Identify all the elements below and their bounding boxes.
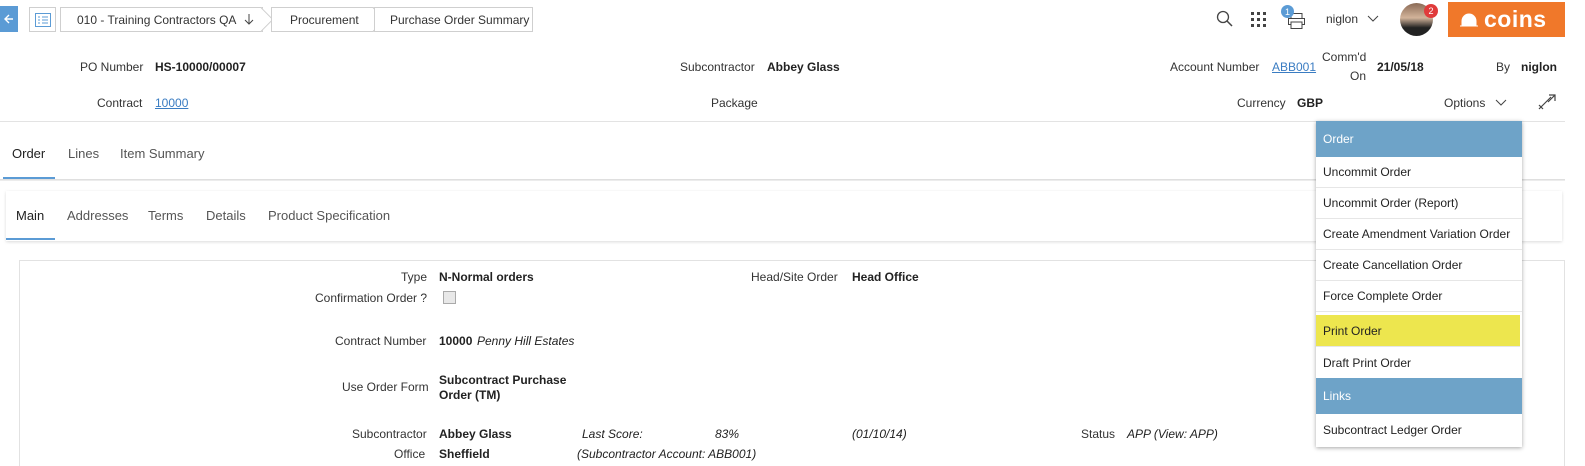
avatar[interactable]: 2 [1400, 3, 1438, 36]
print-queue-button[interactable]: 1 [1281, 5, 1307, 30]
hardhat-icon [1460, 13, 1478, 27]
confirmation-label: Confirmation Order ? [315, 291, 428, 305]
menu-item-subcontract-ledger-order[interactable]: Subcontract Ledger Order [1316, 414, 1522, 445]
list-icon [34, 12, 51, 27]
dropdown-order-header: Order [1316, 121, 1522, 157]
by-value: niglon [1521, 60, 1557, 74]
user-menu[interactable]: niglon [1326, 12, 1379, 26]
subcontractor-value: Abbey Glass [767, 60, 840, 74]
chevron-down-icon [1367, 15, 1379, 22]
search-button[interactable] [1216, 10, 1234, 31]
office-label: Office [394, 447, 426, 461]
menu-item-create-cancellation-order[interactable]: Create Cancellation Order [1316, 250, 1522, 281]
type-label: Type [401, 270, 428, 284]
coins-logo: coins [1448, 2, 1565, 37]
status-label: Status [1081, 427, 1116, 441]
form-subcontractor-label: Subcontractor [352, 427, 427, 441]
tab-main-underline [6, 238, 55, 240]
office-value: Sheffield [439, 447, 490, 461]
notification-badge: 1 [1281, 5, 1294, 18]
form-subcontractor-value: Abbey Glass [439, 427, 512, 441]
tab-order[interactable]: Order [12, 146, 45, 161]
currency-label: Currency [1237, 96, 1286, 110]
type-value: N-Normal orders [439, 270, 534, 284]
po-number-label: PO Number [80, 60, 144, 74]
breadcrumb-purchase-order-summary[interactable]: Purchase Order Summary [374, 7, 533, 32]
last-score-label: Last Score: [582, 427, 643, 441]
arrow-down-icon [245, 13, 254, 25]
breadcrumb-procurement-label: Procurement [290, 12, 359, 27]
breadcrumb-pos-label: Purchase Order Summary [390, 12, 530, 27]
subcontractor-account-note: (Subcontractor Account: ABB001) [577, 447, 757, 461]
tab-item-summary[interactable]: Item Summary [120, 146, 205, 161]
chevron-down-icon [1496, 99, 1507, 106]
use-order-form-label: Use Order Form [342, 380, 429, 394]
menu-item-print-order[interactable]: Print Order [1316, 315, 1520, 347]
last-score-value: 83% [715, 427, 740, 441]
subcontractor-label: Subcontractor [680, 60, 755, 74]
search-icon [1216, 10, 1233, 27]
tab-terms[interactable]: Terms [148, 208, 183, 223]
breadcrumb-company-label: 010 - Training Contractors QA [77, 12, 237, 27]
options-label: Options [1444, 96, 1486, 110]
options-dropdown: Order Uncommit Order Uncommit Order (Rep… [1316, 121, 1522, 447]
username: niglon [1326, 12, 1359, 26]
contract-number-value: 10000 [439, 334, 473, 348]
avatar-badge: 2 [1424, 4, 1438, 18]
use-order-form-value-2: Order (TM) [439, 388, 501, 402]
menu-item-force-complete-order[interactable]: Force Complete Order [1316, 281, 1522, 312]
po-number-value: HS-10000/00007 [155, 60, 246, 74]
menu-item-uncommit-order[interactable]: Uncommit Order [1316, 157, 1522, 188]
expand-button[interactable] [1537, 93, 1557, 114]
menu-item-create-amendment-variation-order[interactable]: Create Amendment Variation Order [1316, 219, 1522, 250]
brand-name: coins [1484, 6, 1547, 32]
list-menu-button[interactable] [29, 7, 56, 32]
contract-name-value: Penny Hill Estates [477, 334, 575, 348]
breadcrumb-procurement[interactable]: Procurement [271, 7, 386, 32]
tab-details[interactable]: Details [206, 208, 246, 223]
tab-lines[interactable]: Lines [68, 146, 99, 161]
tab-main[interactable]: Main [16, 208, 44, 223]
commd-on-label-1: Comm'd [1322, 50, 1367, 64]
status-value: APP (View: APP) [1127, 427, 1218, 441]
last-score-date: (01/10/14) [852, 427, 907, 441]
menu-item-uncommit-order-report[interactable]: Uncommit Order (Report) [1316, 188, 1522, 219]
account-number-link[interactable]: ABB001 [1272, 60, 1316, 74]
head-site-label: Head/Site Order [751, 270, 838, 284]
options-button[interactable]: Options [1444, 96, 1507, 110]
contract-link[interactable]: 10000 [155, 96, 188, 110]
commd-on-label-2: On [1350, 69, 1367, 83]
commd-on-value: 21/05/18 [1377, 60, 1424, 74]
account-number-label: Account Number [1170, 60, 1260, 74]
arrow-left-icon [4, 14, 13, 24]
confirmation-checkbox[interactable] [443, 291, 456, 304]
dropdown-links-header: Links [1316, 378, 1522, 414]
contract-label: Contract [97, 96, 143, 110]
contract-number-label: Contract Number [335, 334, 427, 348]
back-button[interactable] [0, 6, 18, 32]
grid-icon [1251, 12, 1266, 27]
head-site-value: Head Office [852, 270, 919, 284]
breadcrumb-company[interactable]: 010 - Training Contractors QA [60, 7, 274, 32]
currency-value: GBP [1297, 96, 1324, 110]
use-order-form-value-1: Subcontract Purchase [439, 373, 567, 387]
apps-button[interactable] [1251, 12, 1266, 30]
tab-product-specification[interactable]: Product Specification [268, 208, 390, 223]
tab-addresses[interactable]: Addresses [67, 208, 128, 223]
expand-icon [1538, 94, 1556, 110]
package-label: Package [711, 96, 758, 110]
menu-item-draft-print-order[interactable]: Draft Print Order [1316, 347, 1522, 378]
by-label: By [1496, 60, 1511, 74]
